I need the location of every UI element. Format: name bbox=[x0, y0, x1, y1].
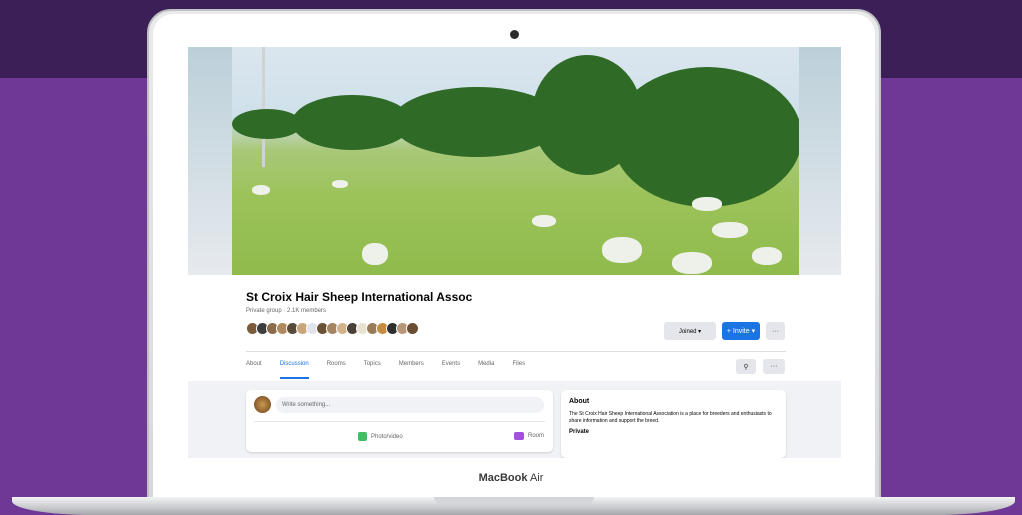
group-tabs: About Discussion Rooms Topics Members Ev… bbox=[246, 361, 543, 379]
sheep bbox=[712, 222, 748, 238]
invite-button[interactable]: + Invite ▾ bbox=[722, 322, 760, 340]
video-icon bbox=[514, 432, 524, 440]
tab-members[interactable]: Members bbox=[399, 361, 424, 379]
laptop-brand: MacBook Air bbox=[0, 472, 1022, 484]
room-label: Room bbox=[528, 433, 545, 439]
sheep bbox=[692, 197, 722, 211]
group-more-button[interactable]: ··· bbox=[766, 322, 785, 340]
about-heading: About bbox=[569, 398, 590, 405]
sheep bbox=[362, 243, 388, 265]
about-text: The St Croix Hair Sheep International As… bbox=[569, 411, 772, 424]
composer-divider bbox=[254, 421, 545, 422]
more-icon: ··· bbox=[770, 363, 778, 370]
tab-media[interactable]: Media bbox=[478, 361, 494, 379]
joined-button[interactable]: Joined ▾ bbox=[664, 322, 716, 340]
search-icon: ⚲ bbox=[743, 363, 749, 371]
tab-topics[interactable]: Topics bbox=[364, 361, 381, 379]
avatar[interactable] bbox=[254, 396, 271, 413]
brand-model: Air bbox=[527, 472, 544, 484]
cover-area bbox=[188, 47, 841, 275]
tab-about[interactable]: About bbox=[246, 361, 262, 379]
tab-rooms[interactable]: Rooms bbox=[327, 361, 346, 379]
tab-discussion[interactable]: Discussion bbox=[279, 361, 309, 379]
tabs-more-button[interactable]: ··· bbox=[763, 359, 785, 374]
sheep bbox=[602, 237, 642, 263]
write-post-input[interactable]: Write something... bbox=[276, 397, 544, 413]
room-button[interactable]: Room bbox=[514, 432, 544, 440]
sheep bbox=[252, 185, 270, 195]
group-title[interactable]: St Croix Hair Sheep International Assoc bbox=[246, 290, 472, 304]
group-header: St Croix Hair Sheep International Assoc … bbox=[188, 275, 841, 381]
sheep bbox=[672, 252, 712, 274]
brand-name: MacBook bbox=[478, 472, 528, 484]
header-divider bbox=[246, 351, 786, 352]
utility-pole bbox=[262, 47, 265, 167]
laptop-screen: St Croix Hair Sheep International Assoc … bbox=[188, 47, 841, 458]
sheep bbox=[532, 215, 556, 227]
tree bbox=[612, 67, 799, 207]
tab-files[interactable]: Files bbox=[512, 361, 525, 379]
search-button[interactable]: ⚲ bbox=[736, 359, 756, 374]
visibility-label: Private bbox=[569, 429, 590, 435]
photo-video-button[interactable]: Photo/video bbox=[358, 432, 403, 441]
avatar[interactable] bbox=[406, 322, 419, 335]
camera-icon bbox=[510, 30, 519, 39]
tab-events[interactable]: Events bbox=[442, 361, 460, 379]
group-meta: Private group · 2.1K members bbox=[246, 308, 327, 314]
member-avatars[interactable] bbox=[246, 322, 419, 335]
photo-icon bbox=[358, 432, 367, 441]
cover-photo[interactable] bbox=[232, 47, 799, 275]
laptop-notch bbox=[434, 497, 594, 504]
sheep bbox=[332, 180, 348, 188]
about-card: About The St Croix Hair Sheep Internatio… bbox=[561, 390, 786, 458]
sheep bbox=[752, 247, 782, 265]
photo-video-label: Photo/video bbox=[371, 433, 403, 440]
post-composer: Write something... Photo/video Room bbox=[246, 390, 553, 452]
